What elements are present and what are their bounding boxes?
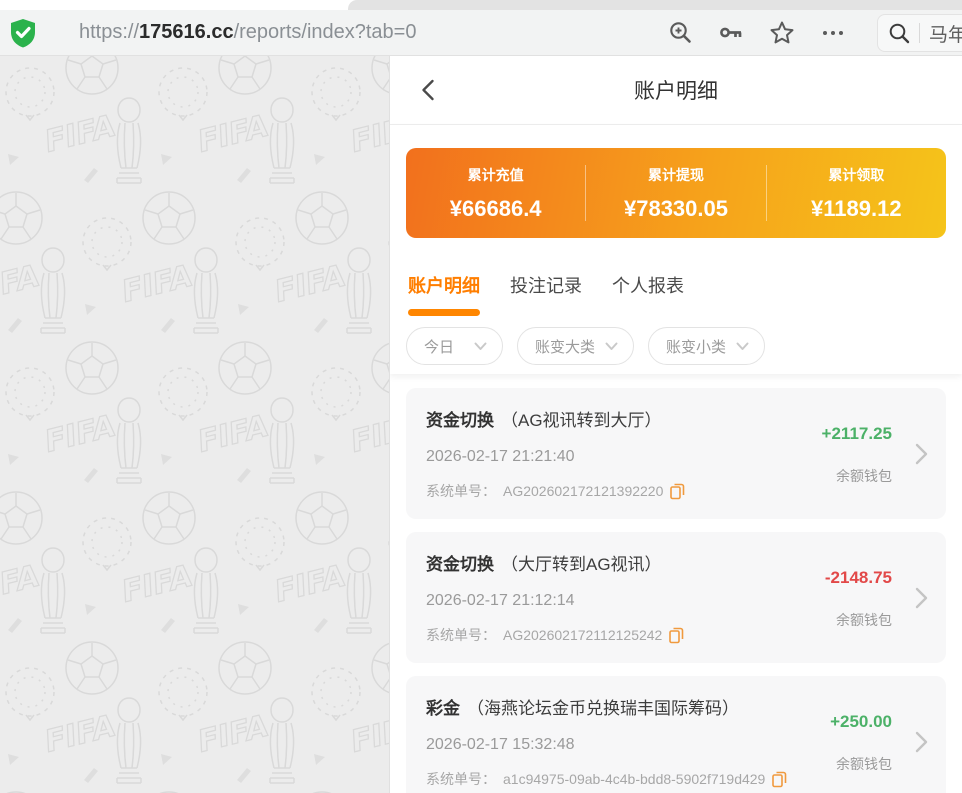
key-icon[interactable] xyxy=(718,20,744,45)
transaction-amount-block: +250.00 余额钱包 xyxy=(830,712,892,774)
tab-bet-records[interactable]: 投注记录 xyxy=(510,272,582,316)
chevron-down-icon xyxy=(736,342,749,351)
chevron-down-icon xyxy=(605,342,618,351)
search-divider xyxy=(919,23,920,43)
transaction-row[interactable]: 资金切换（大厅转到AG视讯） 2026-02-17 21:12:14 系统单号：… xyxy=(406,532,946,663)
copy-icon[interactable] xyxy=(669,627,684,644)
stat-label: 累计领取 xyxy=(767,165,946,185)
order-number: AG202602172121392220 xyxy=(503,483,663,499)
transaction-type: 资金切换 xyxy=(426,411,494,430)
more-dots-icon[interactable] xyxy=(820,20,846,45)
filter-minor-category-dropdown[interactable]: 账变小类 xyxy=(648,327,765,365)
order-label: 系统单号： xyxy=(426,625,496,645)
stat-value: ¥66686.4 xyxy=(406,196,585,222)
stat-label: 累计提现 xyxy=(586,165,765,185)
zoom-in-icon[interactable] xyxy=(668,20,693,45)
transaction-wallet: 余额钱包 xyxy=(836,466,892,486)
tab-account-detail[interactable]: 账户明细 xyxy=(408,272,480,316)
stat-total-deposit: 累计充值 ¥66686.4 xyxy=(406,165,585,222)
transaction-detail: （AG视讯转到大厅） xyxy=(501,411,662,430)
filter-label: 今日 xyxy=(424,336,454,357)
star-icon[interactable] xyxy=(769,20,795,45)
url-domain: 175616.cc xyxy=(139,21,234,43)
transaction-detail: （海燕论坛金币兑换瑞丰国际筹码） xyxy=(467,699,739,718)
stat-value: ¥1189.12 xyxy=(767,196,946,222)
filter-label: 账变大类 xyxy=(535,336,595,357)
chevron-right-icon xyxy=(915,443,928,465)
transaction-wallet: 余额钱包 xyxy=(836,754,892,774)
magnifier-icon xyxy=(888,22,910,44)
stat-total-claimed: 累计领取 ¥1189.12 xyxy=(767,165,946,222)
transaction-list: 资金切换（AG视讯转到大厅） 2026-02-17 21:21:40 系统单号：… xyxy=(390,374,962,793)
filter-major-category-dropdown[interactable]: 账变大类 xyxy=(517,327,634,365)
fifa-pattern-background: FIFA xyxy=(0,56,390,793)
transaction-type: 彩金 xyxy=(426,699,460,718)
order-label: 系统单号： xyxy=(426,481,496,501)
browser-tab-strip xyxy=(0,0,962,10)
chevron-right-icon xyxy=(915,731,928,753)
address-bar-actions xyxy=(668,10,846,55)
order-number: AG202602172112125242 xyxy=(503,627,662,643)
stats-summary-card: 累计充值 ¥66686.4 累计提现 ¥78330.05 累计领取 ¥1189.… xyxy=(406,148,946,238)
transaction-amount-block: +2117.25 余额钱包 xyxy=(822,424,892,486)
order-label: 系统单号： xyxy=(426,769,496,789)
transaction-row[interactable]: 资金切换（AG视讯转到大厅） 2026-02-17 21:21:40 系统单号：… xyxy=(406,388,946,519)
tab-bar: 账户明细 投注记录 个人报表 xyxy=(390,238,962,316)
transaction-wallet: 余额钱包 xyxy=(836,610,892,630)
transaction-amount: +2117.25 xyxy=(822,424,892,444)
tab-strip-inactive-area xyxy=(348,0,962,10)
fifa-pattern-svg: FIFA xyxy=(0,56,390,793)
stat-value: ¥78330.05 xyxy=(586,196,765,222)
filter-bar: 今日 账变大类 账变小类 xyxy=(390,316,962,365)
url-path: /reports/index?tab=0 xyxy=(234,21,417,43)
order-number: a1c94975-09ab-4c4b-bdd8-5902f719d429 xyxy=(503,771,765,787)
tab-personal-report[interactable]: 个人报表 xyxy=(612,272,684,316)
stat-total-withdraw: 累计提现 ¥78330.05 xyxy=(586,165,765,222)
page-title: 账户明细 xyxy=(390,75,962,105)
browser-search-box[interactable]: 马年 xyxy=(877,14,962,52)
url-text[interactable]: https://175616.cc/reports/index?tab=0 xyxy=(79,21,416,44)
panel-header: 账户明细 xyxy=(390,56,962,125)
top-section: 累计充值 ¥66686.4 累计提现 ¥78330.05 累计领取 ¥1189.… xyxy=(390,125,962,374)
url-scheme: https:// xyxy=(79,21,139,43)
main-area: FIFA xyxy=(0,56,962,793)
chevron-right-icon xyxy=(915,587,928,609)
account-detail-panel: 账户明细 累计充值 ¥66686.4 累计提现 ¥78330.05 累计领取 ¥… xyxy=(390,56,962,793)
transaction-amount: +250.00 xyxy=(830,712,892,732)
transaction-row[interactable]: 彩金（海燕论坛金币兑换瑞丰国际筹码） 2026-02-17 15:32:48 系… xyxy=(406,676,946,793)
chevron-down-icon xyxy=(474,342,487,351)
transaction-detail: （大厅转到AG视讯） xyxy=(501,555,662,574)
transaction-amount: -2148.75 xyxy=(825,568,892,588)
stat-label: 累计充值 xyxy=(406,165,585,185)
security-shield-icon[interactable] xyxy=(9,18,37,48)
filter-date-dropdown[interactable]: 今日 xyxy=(406,327,503,365)
search-query-text: 马年 xyxy=(929,20,962,47)
screenshot-root: { "browser": { "url": { "scheme": "https… xyxy=(0,0,962,793)
transaction-type: 资金切换 xyxy=(426,555,494,574)
filter-label: 账变小类 xyxy=(666,336,726,357)
transaction-amount-block: -2148.75 余额钱包 xyxy=(825,568,892,630)
copy-icon[interactable] xyxy=(772,771,787,788)
browser-address-bar[interactable]: https://175616.cc/reports/index?tab=0 马年 xyxy=(0,10,962,56)
copy-icon[interactable] xyxy=(670,483,685,500)
